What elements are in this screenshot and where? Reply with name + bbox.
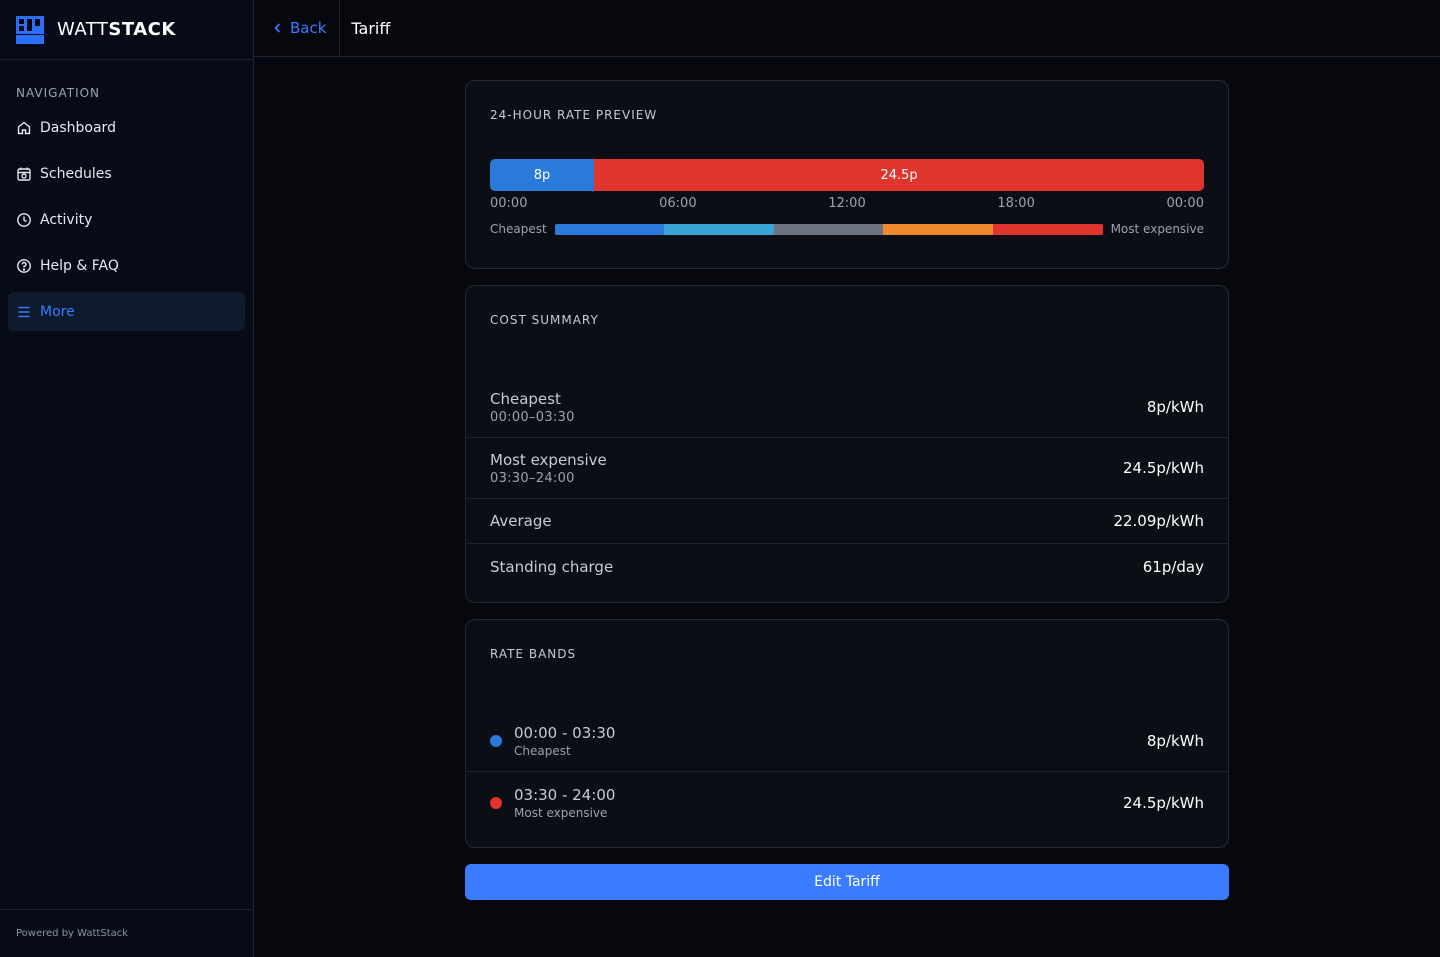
row-label: Standing charge [490,557,614,576]
page-title: Tariff [351,18,391,38]
card-title: 24-HOUR RATE PREVIEW [490,108,658,122]
time-tick-label: 18:00 [997,196,1035,211]
rate-bands-card: RATE BANDS 00:00 - 03:30 Cheapest 8p/kWh [465,619,1229,848]
edit-tariff-button[interactable]: Edit Tariff [465,864,1229,900]
band-row: 00:00 - 03:30 Cheapest 8p/kWh [466,711,1228,772]
row-label: Most expensive [490,450,607,469]
help-circle-icon [17,258,31,273]
row-value: 8p/kWh [1146,398,1204,416]
band-time: 03:30 - 24:00 [514,785,616,804]
cost-summary-card: COST SUMMARY Cheapest 00:00–03:30 8p/kWh… [465,285,1229,603]
sidebar-item-help[interactable]: Help & FAQ [8,246,245,285]
legend-color-step [993,223,1103,235]
time-tick-label: 06:00 [659,196,697,211]
row-subtext: 00:00–03:30 [490,409,575,425]
sidebar-item-dashboard[interactable]: Dashboard [8,108,245,147]
band-row: 03:30 - 24:00 Most expensive 24.5p/kWh [466,772,1228,833]
chevron-left-icon [274,23,281,33]
card-title: COST SUMMARY [490,313,599,327]
band-label: Most expensive [514,805,608,820]
card-title: RATE BANDS [490,647,577,661]
band-color-dot [490,735,502,747]
rate-timeline-bar: 8p 24.5p [490,159,1204,191]
legend-color-step [554,223,665,235]
rate-preview-card: 24-HOUR RATE PREVIEW 8p 24.5p 00:00 06:00 1… [465,80,1229,269]
calendar-icon [17,167,31,181]
band-rate: 24.5p/kWh [1123,793,1204,812]
row-label: Average [490,512,552,530]
time-tick-label: 12:00 [828,196,866,211]
tariff-content: 24-HOUR RATE PREVIEW 8p 24.5p 00:00 06:00 1… [465,80,1229,900]
topbar: Back Tariff [254,0,1440,57]
legend-color-step [773,223,884,235]
row-label: Cheapest [490,389,561,408]
summary-row-average: Average 22.09p/kWh [466,499,1228,544]
sidebar-item-activity[interactable]: Activity [8,200,245,239]
legend-high-label: Most expensive [1110,222,1204,236]
legend-low-label: Cheapest [490,222,547,236]
sidebar-item-more[interactable]: More [8,292,245,331]
clock-icon [17,212,31,227]
legend-color-step [883,223,993,235]
home-icon [17,121,31,134]
main-area: Back Tariff 24-HOUR RATE PREVIEW 8p 24.5p… [254,0,1440,957]
back-button[interactable]: Back [254,0,341,57]
sidebar: WATTSTACK NAVIGATION Dashboard Schedules… [0,0,254,957]
rate-segment: 8p [490,159,595,191]
rate-segment: 24.5p [594,159,1204,191]
row-value: 24.5p/kWh [1123,459,1204,477]
sidebar-item-schedules[interactable]: Schedules [8,154,245,193]
summary-row-cheapest: Cheapest 00:00–03:30 8p/kWh [466,377,1228,438]
row-subtext: 03:30–24:00 [490,470,575,486]
legend-color-scale [554,223,1103,235]
time-tick-label: 00:00 [1166,196,1204,211]
time-axis: 00:00 06:00 12:00 18:00 00:00 [490,196,1204,211]
sidebar-item-label: Help & FAQ [40,257,119,274]
sidebar-item-label: Schedules [40,165,112,182]
summary-row-most-expensive: Most expensive 03:30–24:00 24.5p/kWh [466,438,1228,499]
sidebar-item-label: Activity [40,211,93,228]
back-label: Back [290,19,327,37]
sidebar-item-label: More [40,303,75,320]
band-time: 00:00 - 03:30 [514,724,616,742]
band-rate: 8p/kWh [1146,732,1204,750]
sidebar-footer: Powered by WattStack [0,909,253,957]
band-label: Cheapest [514,744,571,758]
brand[interactable]: WATTSTACK [0,0,253,60]
legend-color-step [664,223,774,235]
band-color-dot [490,796,502,809]
brand-name: WATTSTACK [57,19,176,40]
sidebar-item-label: Dashboard [40,119,116,136]
row-value: 61p/day [1142,557,1204,576]
time-tick-label: 00:00 [490,196,528,211]
menu-icon [18,306,30,317]
nav-heading: NAVIGATION [16,86,101,100]
wattstack-logo-icon [16,15,44,44]
price-legend: Cheapest Most expensive [490,222,1204,236]
summary-row-standing-charge: Standing charge 61p/day [466,544,1228,589]
row-value: 22.09p/kWh [1113,512,1204,530]
